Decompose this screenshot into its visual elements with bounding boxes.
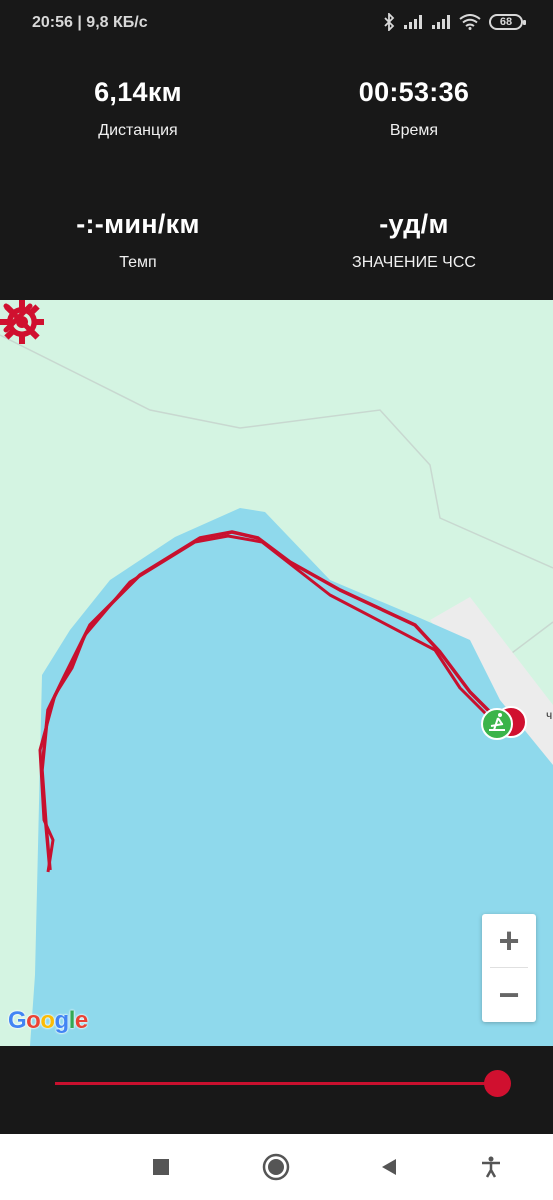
time-label: Время bbox=[389, 122, 439, 139]
close-icon[interactable] bbox=[0, 300, 36, 336]
playback-slider-thumb[interactable] bbox=[483, 1070, 511, 1097]
street-label: ч bbox=[546, 708, 552, 722]
pace-stat: -:-мин/км Темп bbox=[0, 209, 276, 272]
accessibility-icon[interactable] bbox=[476, 1152, 506, 1182]
playback-slider-track[interactable] bbox=[55, 1082, 497, 1085]
battery-icon: 68 bbox=[489, 14, 526, 30]
map-canvas[interactable]: ч bbox=[0, 300, 553, 1046]
bluetooth-icon bbox=[384, 13, 395, 31]
system-nav-bar bbox=[0, 1134, 553, 1200]
signal-icon bbox=[404, 15, 422, 29]
signal-icon bbox=[432, 15, 450, 29]
playback-slider-area bbox=[0, 1046, 553, 1134]
zoom-in-button[interactable]: + bbox=[482, 914, 536, 967]
distance-label: Дистанция bbox=[98, 122, 178, 139]
distance-value: 6,14км bbox=[94, 77, 182, 107]
zoom-controls: + − bbox=[482, 914, 536, 1022]
route-map[interactable]: ч + − Google bbox=[0, 300, 553, 1046]
wifi-icon bbox=[459, 14, 481, 30]
heart-rate-value: -уд/м bbox=[379, 209, 449, 239]
pace-label: Темп bbox=[119, 254, 157, 271]
status-time-speed: 20:56 | 9,8 КБ/с bbox=[32, 14, 148, 31]
google-logo[interactable]: Google bbox=[8, 1007, 88, 1035]
zoom-out-button[interactable]: − bbox=[482, 968, 536, 1021]
status-bar: 20:56 | 9,8 КБ/с 68 bbox=[0, 0, 553, 44]
status-icons: 68 bbox=[383, 13, 526, 31]
heart-rate-stat: -уд/м ЗНАЧЕНИЕ ЧСС bbox=[276, 209, 552, 272]
pace-value: -:-мин/км bbox=[76, 209, 200, 239]
home-circle-icon[interactable] bbox=[261, 1152, 291, 1182]
rowing-icon bbox=[481, 708, 513, 740]
distance-stat: 6,14км Дистанция bbox=[0, 77, 276, 140]
lake-water bbox=[30, 508, 553, 1046]
back-triangle-icon[interactable] bbox=[374, 1152, 404, 1182]
workout-stats: 6,14км Дистанция 00:53:36 Время -:-мин/к… bbox=[0, 44, 553, 300]
heart-rate-label: ЗНАЧЕНИЕ ЧСС bbox=[352, 254, 476, 271]
square-icon[interactable] bbox=[146, 1152, 176, 1182]
time-value: 00:53:36 bbox=[358, 77, 470, 107]
time-stat: 00:53:36 Время bbox=[276, 77, 552, 140]
